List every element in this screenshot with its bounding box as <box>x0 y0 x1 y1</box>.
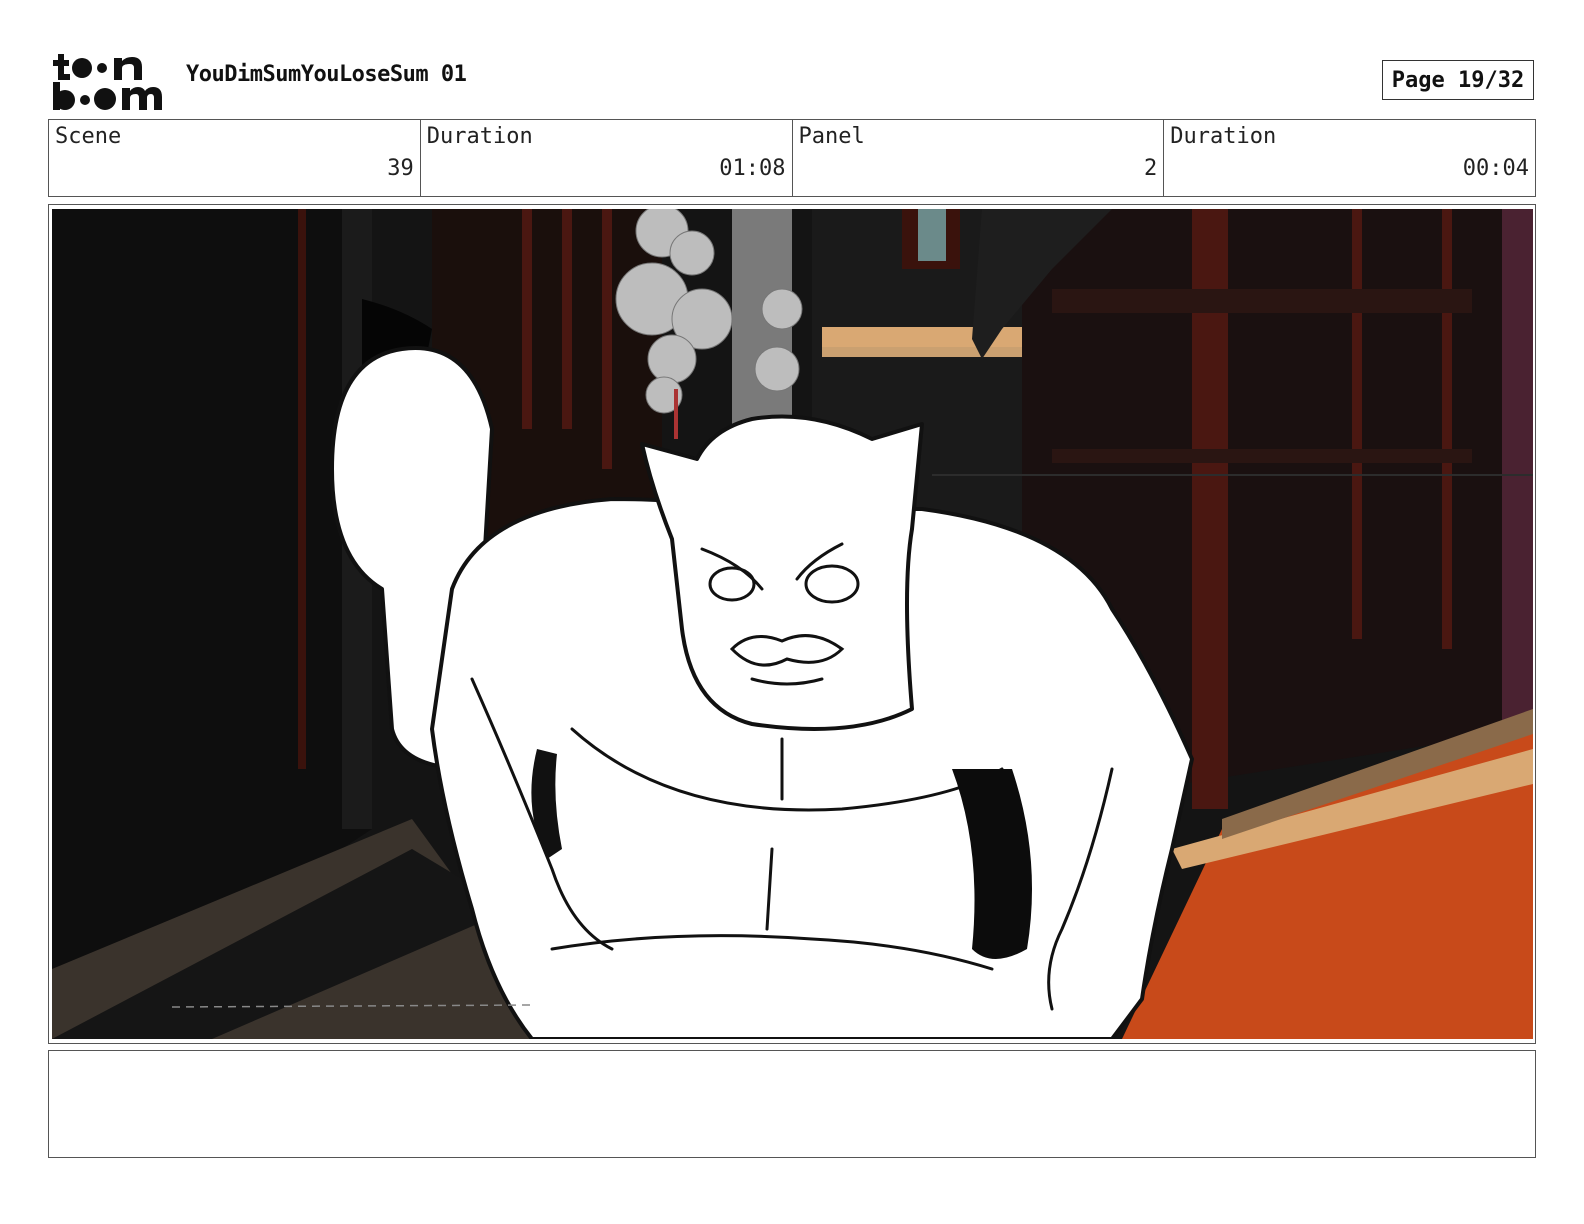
page-number: Page 19/32 <box>1382 60 1534 100</box>
scene-info-table: Scene 39 Duration 01:08 Panel 2 Duration… <box>48 119 1536 197</box>
panel-duration-cell: Duration 00:04 <box>1164 120 1535 196</box>
scene-duration-label: Duration <box>426 124 533 149</box>
scene-cell: Scene 39 <box>49 120 421 196</box>
project-title: YouDimSumYouLoseSum 01 <box>186 62 467 87</box>
scene-duration-value: 01:08 <box>719 156 786 181</box>
panel-value: 2 <box>1144 156 1158 181</box>
panel-cell: Panel 2 <box>793 120 1165 196</box>
scene-label: Scene <box>55 124 122 149</box>
storyboard-frame-image <box>52 209 1533 1039</box>
panel-label: Panel <box>798 124 865 149</box>
storyboard-page: YouDimSumYouLoseSum 01 Page 19/32 Scene … <box>0 0 1584 1224</box>
panel-notes <box>48 1050 1536 1158</box>
scene-value: 39 <box>387 156 414 181</box>
toonboom-logo <box>52 50 164 112</box>
scene-duration-cell: Duration 01:08 <box>421 120 793 196</box>
panel-duration-value: 00:04 <box>1462 156 1529 181</box>
panel-duration-label: Duration <box>1170 124 1277 149</box>
